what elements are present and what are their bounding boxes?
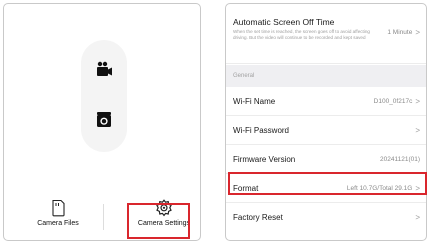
capture-mode-selector (81, 40, 127, 152)
chevron-right-icon: > (415, 28, 420, 37)
auto-off-value-group: 1 Minute > (387, 28, 420, 37)
format-storage-value: Left 10.7G/Total 29.1G (346, 184, 413, 192)
tab-camera-files[interactable]: Camera Files (18, 196, 98, 236)
setting-wifi-name[interactable]: Wi-Fi Name D100_0f217c > (226, 87, 426, 116)
format-value-group: Left 10.7G/Total 29.1G > (347, 184, 420, 193)
chevron-right-icon: > (415, 213, 420, 222)
screenshot-stage: Camera Files Camera Settings Automatic S… (0, 0, 430, 244)
wifi-name-value: D100_0f217c (373, 97, 413, 105)
firmware-version-value: 20241121(01) (380, 155, 420, 163)
wifi-name-value-group: D100_0f217c > (374, 97, 420, 106)
setting-auto-screen-off[interactable]: Automatic Screen Off Time When the set t… (226, 4, 426, 64)
chevron-right-icon: > (415, 125, 420, 135)
tab-camera-settings-label: Camera Settings (137, 220, 191, 227)
section-header-general: General (226, 65, 426, 87)
camera-icon (97, 112, 111, 127)
bottom-tab-bar: Camera Files Camera Settings (4, 194, 200, 240)
tab-camera-files-label: Camera Files (37, 220, 79, 227)
video-camera-icon (97, 61, 112, 76)
wifi-password-value-group: > (412, 126, 420, 135)
sd-card-icon (52, 199, 65, 217)
tab-camera-settings[interactable]: Camera Settings (124, 196, 200, 236)
setting-firmware-version[interactable]: Firmware Version 20241121(01) (226, 145, 426, 174)
setting-format[interactable]: Format Left 10.7G/Total 29.1G > (226, 174, 426, 203)
photo-mode-button[interactable] (94, 110, 114, 130)
chevron-right-icon: > (415, 183, 420, 193)
factory-reset-value-group: > (412, 213, 420, 222)
wifi-name-label: Wi-Fi Name (233, 96, 276, 106)
camera-home-screen: Camera Files Camera Settings (3, 3, 201, 241)
firmware-version-value-group: 20241121(01) (380, 156, 420, 163)
gear-icon (156, 199, 172, 217)
auto-off-value: 1 Minute (387, 29, 413, 36)
firmware-version-label: Firmware Version (233, 154, 296, 164)
wifi-password-label: Wi-Fi Password (233, 125, 290, 135)
format-label: Format (233, 183, 259, 193)
auto-off-text: Automatic Screen Off Time When the set t… (233, 17, 381, 41)
tab-divider (103, 204, 104, 230)
auto-off-description: When the set time is reached, the screen… (233, 29, 370, 40)
factory-reset-label: Factory Reset (233, 213, 283, 222)
auto-off-title: Automatic Screen Off Time (233, 17, 335, 27)
camera-settings-screen: Automatic Screen Off Time When the set t… (225, 3, 427, 241)
chevron-right-icon: > (415, 96, 420, 106)
setting-factory-reset[interactable]: Factory Reset > (226, 203, 426, 232)
video-mode-button[interactable] (94, 60, 114, 80)
setting-wifi-password[interactable]: Wi-Fi Password > (226, 116, 426, 145)
